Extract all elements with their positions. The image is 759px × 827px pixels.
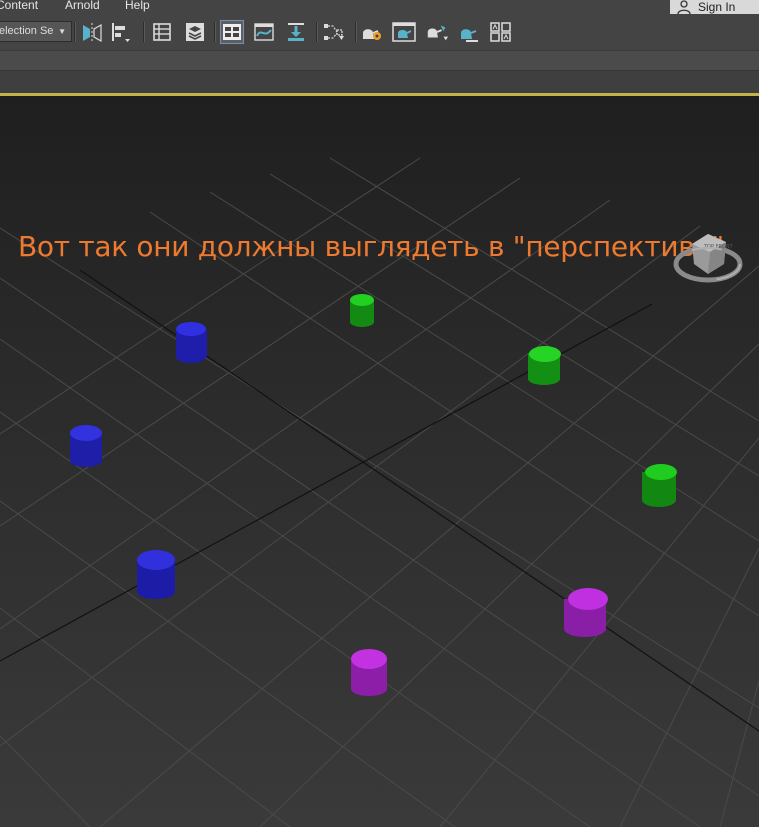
schematic-view-icon — [324, 24, 344, 40]
mirror-icon — [83, 23, 102, 43]
magenta-cylinder[interactable] — [351, 649, 387, 696]
scene-explorer-button[interactable] — [220, 20, 244, 44]
toolbar-divider — [355, 22, 357, 42]
curve-editor-button[interactable] — [252, 20, 276, 44]
viewport-toolbar-strip — [0, 71, 759, 93]
menu-item-content[interactable]: Content — [0, 0, 38, 12]
curve-editor-icon — [254, 23, 274, 41]
green-cylinder[interactable] — [350, 294, 374, 327]
toolbar-divider — [316, 22, 318, 42]
render-icon — [427, 25, 449, 41]
toolbar-divider — [143, 22, 145, 42]
layer-explorer-icon — [153, 23, 171, 41]
render-iterative-icon — [490, 22, 511, 42]
dope-sheet-button[interactable] — [284, 20, 308, 44]
mirror-button[interactable] — [80, 20, 104, 44]
render-setup-button[interactable] — [360, 20, 384, 44]
perspective-viewport[interactable]: Вот так они должны выглядеть в "перспект… — [0, 96, 759, 827]
rendered-frame-window-button[interactable] — [392, 20, 416, 44]
chevron-down-icon: ▼ — [58, 27, 66, 36]
align-icon — [112, 23, 130, 42]
layer-explorer-button[interactable] — [150, 20, 174, 44]
render-production-icon — [461, 29, 478, 42]
render-button[interactable] — [425, 20, 449, 44]
render-iterative-button[interactable] — [458, 20, 482, 44]
user-icon — [677, 0, 691, 14]
menu-item-help[interactable]: Help — [125, 0, 150, 12]
blue-cylinder[interactable] — [176, 322, 207, 363]
annotation-text: Вот так они должны выглядеть в "перспект… — [18, 230, 724, 263]
sign-in-button[interactable]: Sign In — [670, 0, 759, 14]
layers-button[interactable] — [183, 20, 207, 44]
blue-cylinder[interactable] — [137, 550, 175, 599]
rendered-frame-window-icon — [392, 22, 416, 42]
ribbon-strip — [0, 51, 759, 71]
menu-item-arnold[interactable]: Arnold — [65, 0, 100, 12]
blue-cylinder[interactable] — [70, 425, 102, 467]
dope-sheet-icon — [288, 23, 304, 41]
green-cylinder[interactable] — [642, 464, 677, 507]
scene-objects — [70, 294, 677, 696]
render-setup-icon — [363, 29, 381, 40]
scene-explorer-icon — [223, 24, 241, 40]
menu-bar: Content Arnold Help Sign In — [0, 0, 759, 14]
green-cylinder[interactable] — [528, 346, 561, 385]
viewcube-icon[interactable]: TOP FRONT — [672, 220, 744, 292]
toolbar-divider — [214, 22, 216, 42]
selection-set-value: election Se — [0, 25, 54, 37]
schematic-view-button[interactable] — [322, 20, 346, 44]
main-toolbar: election Se ▼ — [0, 14, 759, 51]
selection-set-dropdown[interactable]: election Se ▼ — [0, 21, 72, 42]
layers-icon — [186, 23, 204, 41]
toolbar-divider — [74, 22, 76, 42]
sign-in-label: Sign In — [698, 0, 736, 14]
align-button[interactable] — [108, 20, 132, 44]
arnold-render-view-button[interactable] — [489, 20, 513, 44]
magenta-cylinder[interactable] — [564, 588, 608, 637]
